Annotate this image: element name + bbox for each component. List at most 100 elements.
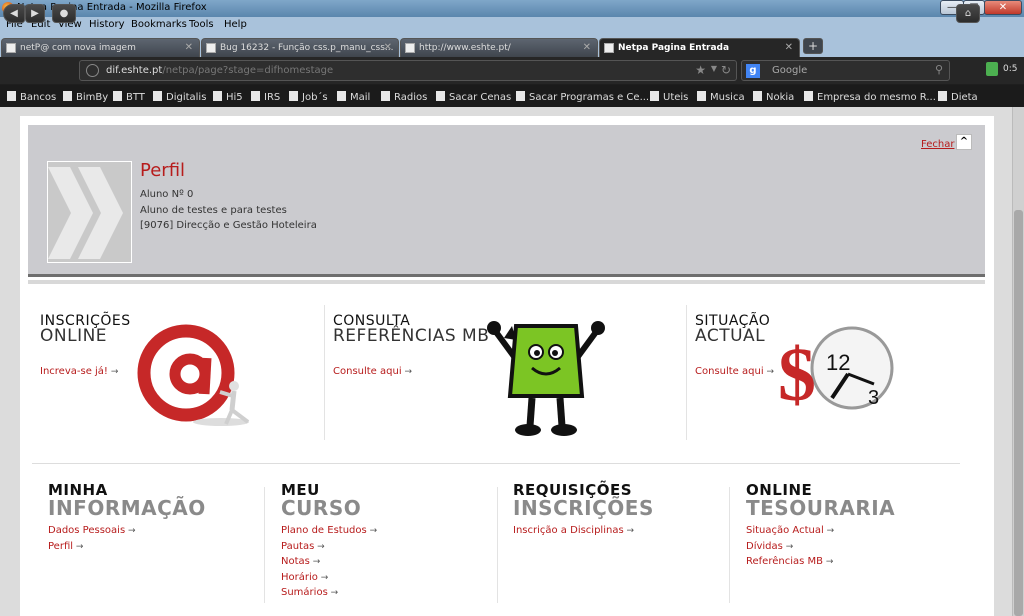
link-notas[interactable]: Notas: [281, 556, 320, 567]
consulta-mb-link[interactable]: Consulte aqui: [333, 366, 412, 377]
bookmark-item[interactable]: Hi5: [213, 91, 243, 103]
bookmark-item[interactable]: Musica: [697, 91, 745, 103]
profile-panel: [28, 125, 985, 277]
menu-help[interactable]: Help: [224, 19, 247, 30]
link-sumarios[interactable]: Sumários: [281, 587, 338, 598]
feature-inscricoes-big: ONLINE: [40, 326, 108, 346]
tab-netp[interactable]: netP@ com nova imagem ✕: [1, 38, 200, 57]
search-bar[interactable]: g Google ⚲: [741, 60, 950, 81]
page-icon: [604, 43, 614, 53]
menu-bar: File Edit View History Bookmarks Tools H…: [0, 17, 1024, 34]
bookmark-item[interactable]: Bancos: [7, 91, 56, 103]
profile-student-number: Aluno Nº 0: [140, 189, 194, 200]
bookmark-item[interactable]: Uteis: [650, 91, 688, 103]
section-curso-big: CURSO: [281, 496, 362, 520]
feature-consulta-big: REFERÊNCIAS MB: [333, 326, 490, 346]
at-sign-icon: [137, 324, 250, 426]
bookmark-item[interactable]: Sacar Cenas: [436, 91, 511, 103]
menu-bookmarks[interactable]: Bookmarks: [131, 19, 187, 30]
close-tab-icon[interactable]: ✕: [185, 42, 193, 53]
bookmark-item[interactable]: Mail: [337, 91, 370, 103]
page-icon: [405, 43, 415, 53]
avatar: [47, 161, 132, 263]
scrollbar-thumb[interactable]: [1014, 210, 1023, 616]
bookmark-item[interactable]: Sacar Programas e Ce...: [516, 91, 649, 103]
inscricoes-link[interactable]: Increva-se já!: [40, 366, 118, 377]
close-tab-icon[interactable]: ✕: [583, 42, 591, 53]
situacao-link[interactable]: Consulte aqui: [695, 366, 774, 377]
svg-text:$: $: [778, 333, 816, 412]
feature-situacao-big: ACTUAL: [695, 326, 766, 346]
divider: [28, 280, 985, 284]
dropdown-icon[interactable]: ▼: [711, 64, 717, 73]
link-inscricao-disciplinas[interactable]: Inscrição a Disciplinas: [513, 525, 634, 536]
divider: [497, 487, 498, 603]
divider: [686, 305, 687, 440]
svg-text:12: 12: [826, 350, 850, 375]
bookmark-item[interactable]: IRS: [251, 91, 280, 103]
link-situacao-actual[interactable]: Situação Actual: [746, 525, 834, 536]
page-icon: [6, 43, 16, 53]
search-placeholder: Google: [772, 65, 808, 76]
window-titlebar: Netpa Pagina Entrada - Mozilla Firefox: [0, 0, 1024, 17]
divider: [324, 305, 325, 440]
tab-label: netP@ com nova imagem: [20, 43, 136, 53]
section-info-big: INFORMAÇÃO: [48, 496, 206, 520]
menu-tools[interactable]: Tools: [189, 19, 214, 30]
url-bar[interactable]: dif.eshte.pt/netpa/page?stage=difhomesta…: [79, 60, 737, 81]
star-icon[interactable]: ★: [695, 63, 706, 77]
tab-netpa-active[interactable]: Netpa Pagina Entrada ✕: [599, 38, 800, 57]
url-path: /netpa/page?stage=difhomestage: [162, 65, 334, 76]
link-plano-estudos[interactable]: Plano de Estudos: [281, 525, 377, 536]
new-tab-button[interactable]: +: [803, 38, 823, 54]
divider: [729, 487, 730, 603]
google-icon[interactable]: g: [746, 64, 760, 78]
section-requisicoes-big: INSCRIÇÕES: [513, 496, 654, 520]
divider: [264, 487, 265, 603]
window-title: Netpa Pagina Entrada - Mozilla Firefox: [17, 2, 207, 13]
forward-button[interactable]: ▶: [25, 4, 45, 23]
home-button[interactable]: ⌂: [956, 4, 980, 23]
tab-bug[interactable]: Bug 16232 - Função css.p_manu_css... ✕: [201, 38, 399, 57]
close-tab-icon[interactable]: ✕: [785, 42, 793, 53]
bookmark-item[interactable]: BTT: [113, 91, 145, 103]
bookmark-item[interactable]: Job´s: [289, 91, 328, 103]
bookmark-item[interactable]: BimBy: [63, 91, 108, 103]
chevron-right-icon: [48, 167, 123, 259]
close-window-button[interactable]: ✕: [984, 0, 1022, 15]
bookmark-item[interactable]: Nokia: [753, 91, 794, 103]
section-tesouraria-big: TESOURARIA: [746, 496, 896, 520]
chevron-up-icon[interactable]: ^: [956, 134, 972, 150]
reload-icon[interactable]: ↻: [721, 63, 731, 77]
link-pautas[interactable]: Pautas: [281, 541, 325, 552]
bookmark-item[interactable]: Digitalis: [153, 91, 206, 103]
close-profile-link[interactable]: Fechar: [921, 139, 954, 150]
search-icon[interactable]: ⚲: [935, 63, 943, 76]
dollar-clock-icon: 12 3 $: [778, 326, 894, 412]
close-tab-icon[interactable]: ✕: [384, 42, 392, 53]
profile-course: [9076] Direcção e Gestão Hoteleira: [140, 220, 317, 231]
tab-eshte[interactable]: http://www.eshte.pt/ ✕: [400, 38, 598, 57]
tab-label: http://www.eshte.pt/: [419, 43, 511, 53]
svg-text:3: 3: [868, 387, 879, 409]
bookmark-item[interactable]: Dieta: [938, 91, 978, 103]
mascot-icon: [487, 321, 605, 436]
globe-icon: [86, 64, 99, 77]
link-dividas[interactable]: Dívidas: [746, 541, 793, 552]
link-perfil[interactable]: Perfil: [48, 541, 83, 552]
addon-icon[interactable]: [986, 62, 998, 76]
link-horario[interactable]: Horário: [281, 572, 328, 583]
bookmark-item[interactable]: Radios: [381, 91, 427, 103]
link-referencias-mb[interactable]: Referências MB: [746, 556, 833, 567]
link-dados-pessoais[interactable]: Dados Pessoais: [48, 525, 136, 536]
speech-bubble-icon[interactable]: ●: [52, 4, 76, 23]
profile-description: Aluno de testes e para testes: [140, 205, 287, 216]
back-button[interactable]: ◀: [3, 4, 25, 23]
divider: [32, 463, 960, 464]
bookmark-item[interactable]: Empresa do mesmo R...: [804, 91, 936, 103]
addon-count: 0:5: [1003, 64, 1018, 74]
tab-label: Bug 16232 - Função css.p_manu_css...: [220, 43, 394, 53]
menu-history[interactable]: History: [89, 19, 125, 30]
url-domain: dif.eshte.pt: [106, 65, 163, 76]
profile-title: Perfil: [140, 160, 186, 181]
